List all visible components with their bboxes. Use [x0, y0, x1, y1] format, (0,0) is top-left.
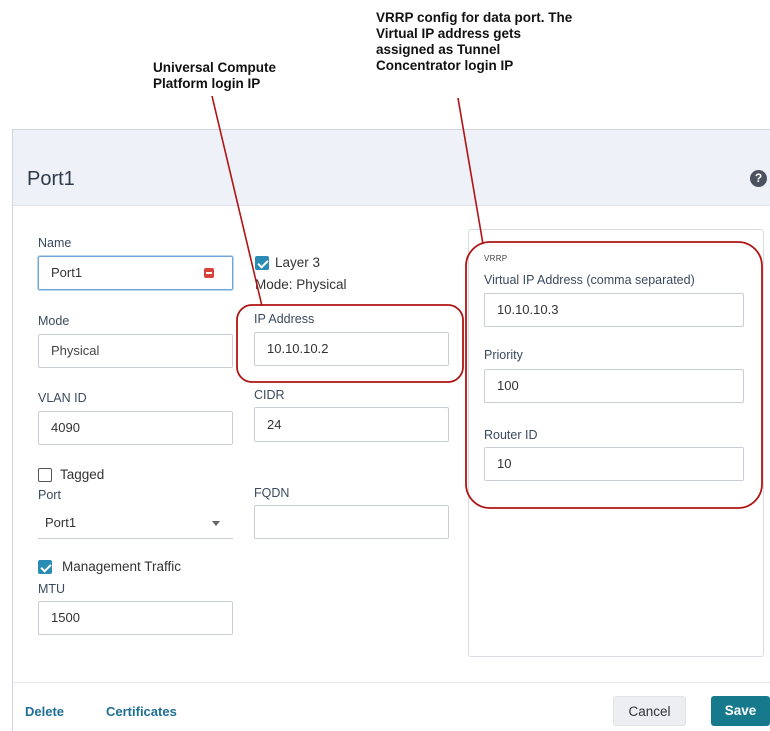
ip-address-value: 10.10.10.2: [267, 341, 329, 356]
router-id-value: 10: [497, 456, 512, 471]
vlan-id-label: VLAN ID: [38, 391, 87, 405]
save-button[interactable]: Save: [711, 696, 770, 726]
vlan-id-input[interactable]: 4090: [38, 411, 233, 445]
vlan-id-value: 4090: [51, 420, 80, 435]
cancel-button[interactable]: Cancel: [613, 696, 686, 726]
tagged-checkbox[interactable]: [38, 468, 52, 482]
virtual-ip-value: 10.10.10.3: [497, 302, 559, 317]
port-label: Port: [38, 488, 61, 502]
virtual-ip-input[interactable]: 10.10.10.3: [484, 293, 744, 327]
name-label: Name: [38, 236, 72, 250]
delete-link[interactable]: Delete: [25, 704, 64, 719]
layer3-mode-text: Mode: Physical: [255, 277, 347, 292]
ip-address-input[interactable]: 10.10.10.2: [254, 332, 449, 366]
question-circle-icon[interactable]: ?: [750, 170, 767, 187]
mtu-value: 1500: [51, 610, 80, 625]
mode-label: Mode: [38, 314, 70, 328]
management-traffic-label: Management Traffic: [62, 559, 182, 574]
ip-address-label: IP Address: [254, 312, 315, 326]
virtual-ip-label: Virtual IP Address (comma separated): [484, 273, 695, 287]
dialog-header: Port1 ?: [13, 130, 770, 206]
port-select-value: Port1: [45, 515, 77, 530]
name-input[interactable]: Port1: [38, 256, 233, 290]
certificates-link[interactable]: Certificates: [106, 704, 177, 719]
chevron-down-icon: [212, 521, 220, 526]
cidr-label: CIDR: [254, 388, 285, 402]
router-id-label: Router ID: [484, 428, 538, 442]
priority-input[interactable]: 100: [484, 369, 744, 403]
cidr-input[interactable]: 24: [254, 407, 449, 442]
annotation-vrrp-note: VRRP config for data port. The Virtual I…: [376, 10, 573, 73]
mtu-input[interactable]: 1500: [38, 601, 233, 635]
port-select-underline: [38, 538, 233, 539]
port-select[interactable]: Port1: [38, 506, 233, 540]
mode-field: Physical: [38, 334, 233, 368]
fqdn-input[interactable]: [254, 505, 449, 539]
router-id-input[interactable]: 10: [484, 447, 744, 481]
annotation-ucp-login: Universal Compute Platform login IP: [153, 60, 277, 91]
fqdn-label: FQDN: [254, 486, 290, 500]
required-icon: [204, 268, 214, 278]
tagged-label: Tagged: [60, 467, 105, 482]
management-traffic-checkbox[interactable]: [38, 560, 52, 574]
priority-label: Priority: [484, 348, 523, 362]
layer3-checkbox[interactable]: [255, 256, 269, 270]
vrrp-section-label: VRRP: [484, 254, 508, 263]
name-value: Port1: [51, 265, 83, 280]
cidr-value: 24: [267, 417, 282, 432]
layer3-label: Layer 3: [275, 255, 321, 270]
mtu-label: MTU: [38, 582, 66, 596]
mode-value: Physical: [51, 343, 100, 358]
dialog-title: Port1: [27, 168, 75, 190]
priority-value: 100: [497, 378, 519, 393]
